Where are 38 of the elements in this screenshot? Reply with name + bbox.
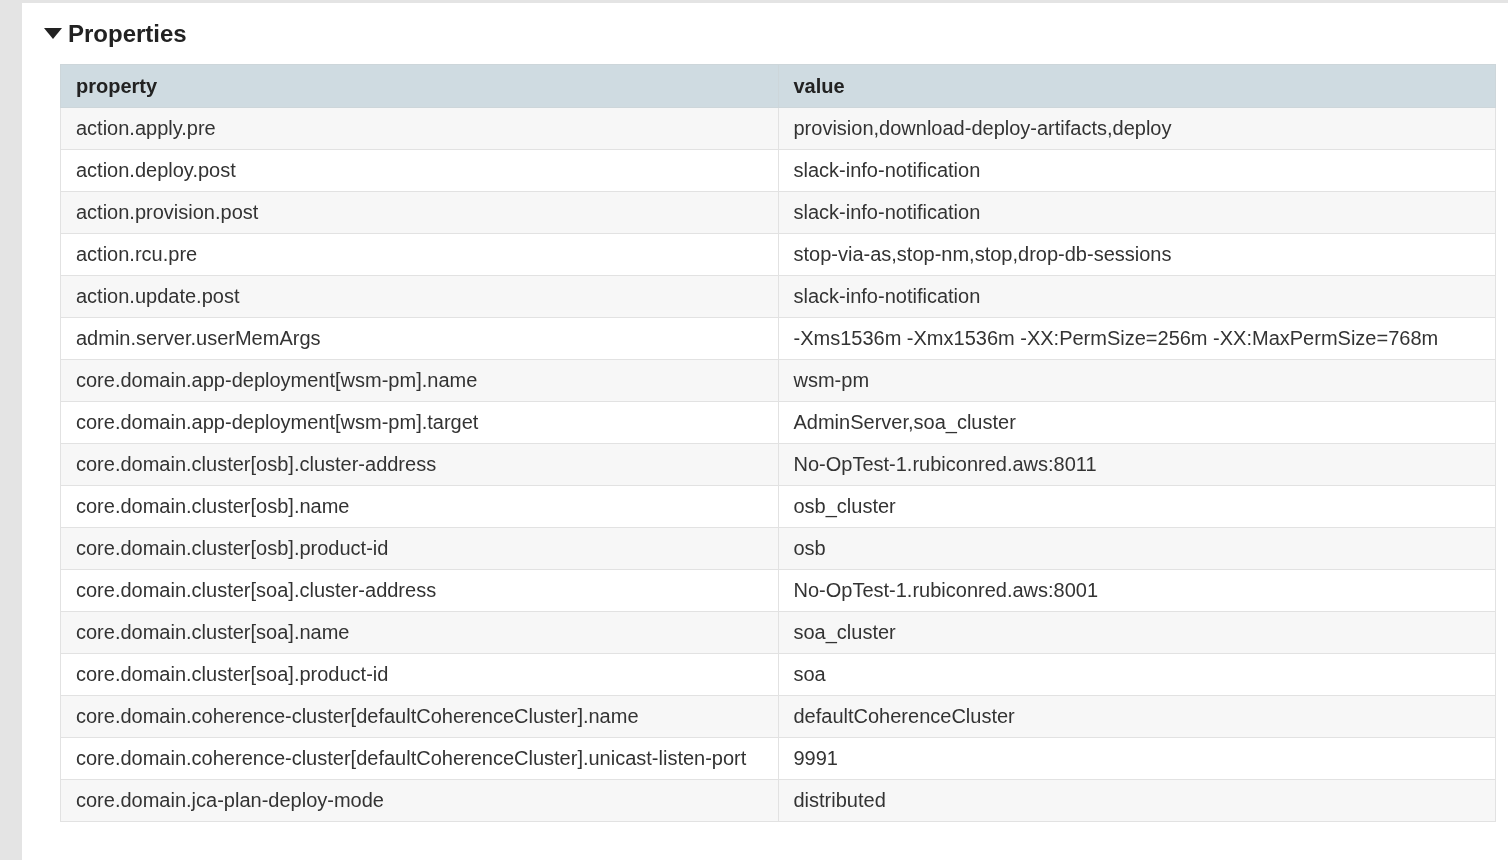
table-cell: core.domain.cluster[soa].cluster-address (60, 569, 778, 612)
table-cell: admin.server.userMemArgs (60, 317, 778, 360)
table-cell: slack-info-notification (778, 275, 1496, 318)
table-cell: action.update.post (60, 275, 778, 318)
table-cell: defaultCoherenceCluster (778, 695, 1496, 738)
table-cell: core.domain.app-deployment[wsm-pm].name (60, 359, 778, 402)
table-cell: core.domain.app-deployment[wsm-pm].target (60, 401, 778, 444)
table-cell: No-OpTest-1.rubiconred.aws:8001 (778, 569, 1496, 612)
table-cell: action.deploy.post (60, 149, 778, 192)
table-cell: wsm-pm (778, 359, 1496, 402)
table-cell: soa (778, 653, 1496, 696)
table-cell: No-OpTest-1.rubiconred.aws:8011 (778, 443, 1496, 486)
table-cell: core.domain.coherence-cluster[defaultCoherenceCluster].name (60, 695, 778, 738)
table-cell: action.rcu.pre (60, 233, 778, 276)
table-cell: osb_cluster (778, 485, 1496, 528)
table-cell: core.domain.cluster[osb].product-id (60, 527, 778, 570)
table-cell: 9991 (778, 737, 1496, 780)
table-cell: core.domain.cluster[osb].name (60, 485, 778, 528)
column-header: value (778, 64, 1496, 108)
table-cell: core.domain.cluster[osb].cluster-address (60, 443, 778, 486)
table-cell: slack-info-notification (778, 191, 1496, 234)
table-cell: slack-info-notification (778, 149, 1496, 192)
caret-icon[interactable] (44, 28, 62, 40)
table-cell: osb (778, 527, 1496, 570)
table-cell: core.domain.coherence-cluster[defaultCoherenceCluster].unicast-listen-port (60, 737, 778, 780)
table-cell: core.domain.jca-plan-deploy-mode (60, 779, 778, 822)
column-header: property (60, 64, 778, 108)
table-cell: soa_cluster (778, 611, 1496, 654)
table-cell: distributed (778, 779, 1496, 822)
table-cell: core.domain.cluster[soa].product-id (60, 653, 778, 696)
table-cell: AdminServer,soa_cluster (778, 401, 1496, 444)
table-cell: stop-via-as,stop-nm,stop,drop-db-sessions (778, 233, 1496, 276)
table-cell: action.apply.pre (60, 107, 778, 150)
section-title[interactable]: Properties (68, 20, 187, 48)
table-cell: core.domain.cluster[soa].name (60, 611, 778, 654)
table-cell: provision,download-deploy-artifacts,deploy (778, 107, 1496, 150)
table-cell: action.provision.post (60, 191, 778, 234)
table-cell: -Xms1536m -Xmx1536m -XX:PermSize=256m -XX:MaxPermSize=768m (778, 317, 1496, 360)
